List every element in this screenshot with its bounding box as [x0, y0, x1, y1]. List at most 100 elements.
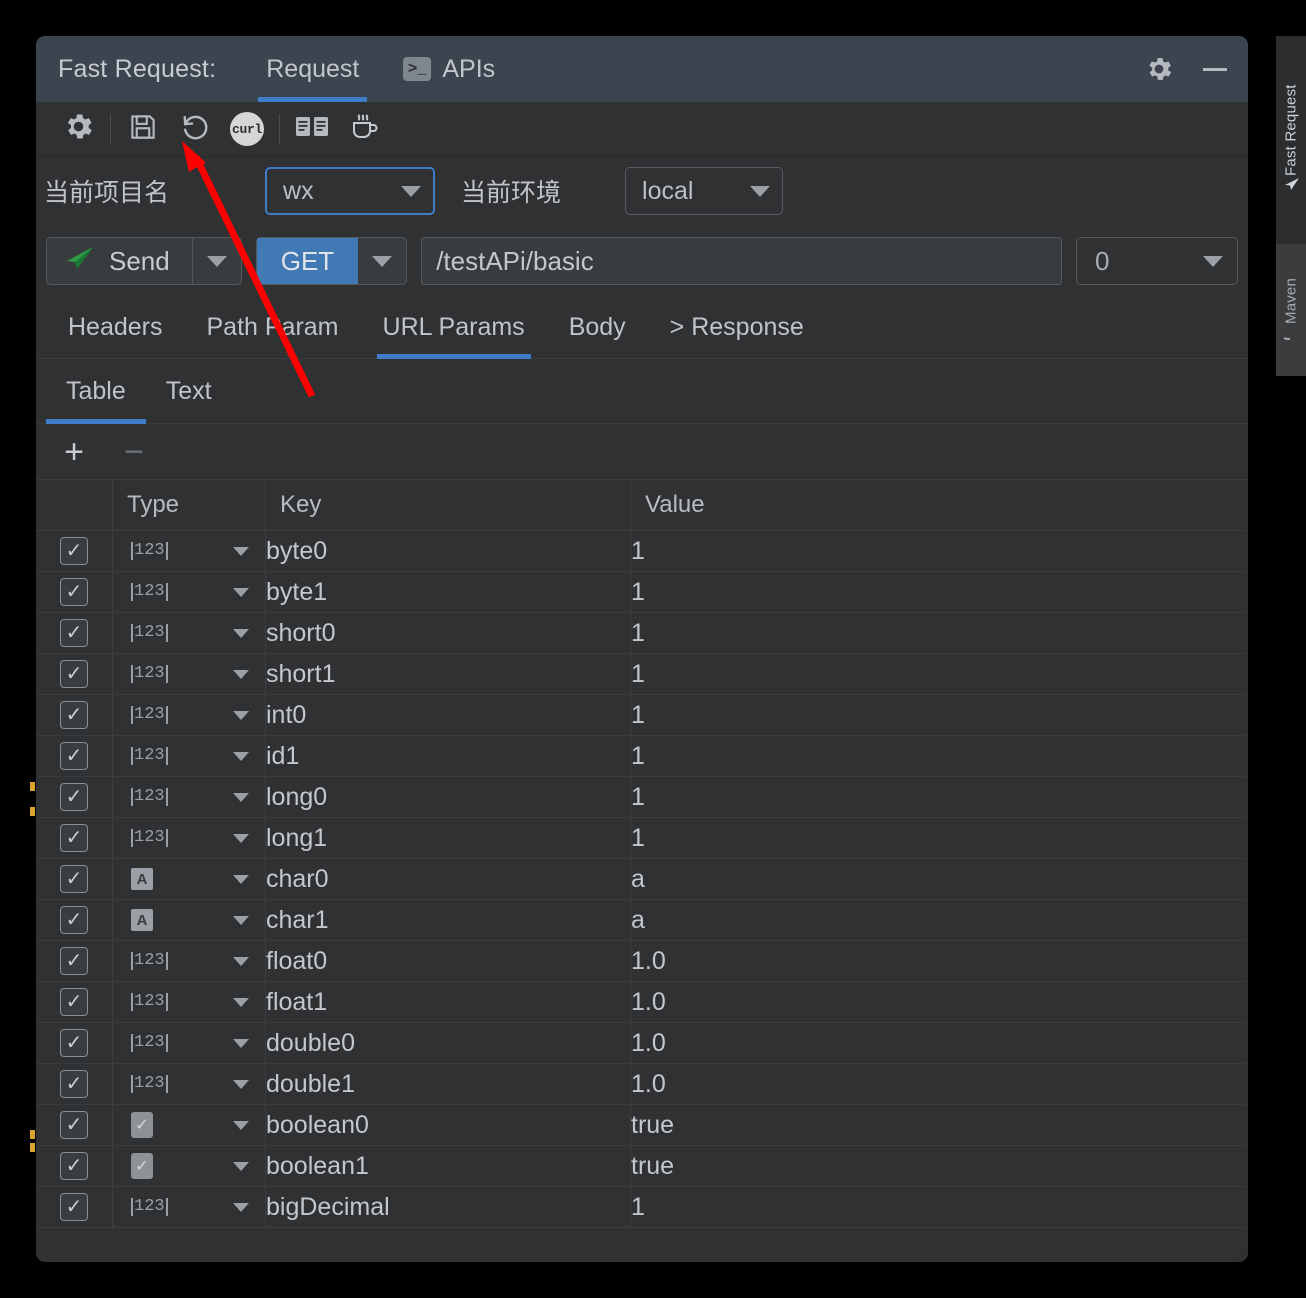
- row-value-cell[interactable]: 1.0: [631, 1064, 1246, 1105]
- row-key-cell[interactable]: int0: [266, 695, 631, 736]
- row-value-cell[interactable]: 1.0: [631, 941, 1246, 982]
- row-type-select[interactable]: 123: [113, 613, 266, 654]
- tab-text-view[interactable]: Text: [146, 359, 232, 424]
- row-enable-checkbox[interactable]: ✓: [36, 1187, 113, 1228]
- row-key-cell[interactable]: char0: [266, 859, 631, 900]
- row-enable-checkbox[interactable]: ✓: [36, 982, 113, 1023]
- row-key-cell[interactable]: short0: [266, 613, 631, 654]
- toolbar-docs-button[interactable]: [286, 107, 338, 152]
- row-enable-checkbox[interactable]: ✓: [36, 1146, 113, 1187]
- row-type-select[interactable]: A: [113, 859, 266, 900]
- column-header-value[interactable]: Value: [631, 480, 1246, 531]
- row-type-select[interactable]: 123: [113, 1023, 266, 1064]
- row-type-select[interactable]: A: [113, 900, 266, 941]
- row-enable-checkbox[interactable]: ✓: [36, 572, 113, 613]
- column-header-check[interactable]: [36, 480, 113, 531]
- toolbar-reset-button[interactable]: [169, 107, 221, 152]
- table-row[interactable]: ✓Achar1a: [36, 900, 1245, 941]
- row-key-cell[interactable]: float1: [266, 982, 631, 1023]
- row-key-cell[interactable]: byte0: [266, 531, 631, 572]
- row-value-cell[interactable]: 1.0: [631, 1023, 1246, 1064]
- row-type-select[interactable]: 123: [113, 695, 266, 736]
- gear-icon[interactable]: [1144, 54, 1174, 84]
- table-row[interactable]: ✓123short01: [36, 613, 1245, 654]
- environment-select[interactable]: local: [625, 167, 783, 215]
- row-enable-checkbox[interactable]: ✓: [36, 736, 113, 777]
- column-header-key[interactable]: Key: [266, 480, 631, 531]
- toolbar-settings-button[interactable]: [52, 107, 104, 152]
- row-type-select[interactable]: ✓: [113, 1146, 266, 1187]
- row-key-cell[interactable]: id1: [266, 736, 631, 777]
- row-type-select[interactable]: 123: [113, 982, 266, 1023]
- row-value-cell[interactable]: true: [631, 1105, 1246, 1146]
- count-select[interactable]: 0: [1076, 237, 1238, 285]
- row-enable-checkbox[interactable]: ✓: [36, 941, 113, 982]
- row-enable-checkbox[interactable]: ✓: [36, 859, 113, 900]
- side-tab-maven[interactable]: m Maven: [1276, 244, 1306, 376]
- row-key-cell[interactable]: long1: [266, 818, 631, 859]
- toolbar-save-button[interactable]: [117, 107, 169, 152]
- table-row[interactable]: ✓123float11.0: [36, 982, 1245, 1023]
- row-value-cell[interactable]: 1: [631, 1187, 1246, 1228]
- row-key-cell[interactable]: byte1: [266, 572, 631, 613]
- table-row[interactable]: ✓✓boolean0true: [36, 1105, 1245, 1146]
- row-type-select[interactable]: ✓: [113, 1105, 266, 1146]
- row-enable-checkbox[interactable]: ✓: [36, 777, 113, 818]
- row-type-select[interactable]: 123: [113, 1187, 266, 1228]
- add-param-button[interactable]: +: [50, 430, 98, 474]
- http-method-dropdown[interactable]: [358, 238, 406, 284]
- url-input[interactable]: /testAPi/basic: [421, 237, 1062, 285]
- toolbar-java-button[interactable]: [338, 107, 390, 152]
- table-row[interactable]: ✓123double01.0: [36, 1023, 1245, 1064]
- column-header-type[interactable]: Type: [113, 480, 266, 531]
- row-value-cell[interactable]: 1: [631, 654, 1246, 695]
- row-type-select[interactable]: 123: [113, 736, 266, 777]
- row-key-cell[interactable]: float0: [266, 941, 631, 982]
- row-key-cell[interactable]: char1: [266, 900, 631, 941]
- row-value-cell[interactable]: 1: [631, 736, 1246, 777]
- tab-path-param[interactable]: Path Param: [185, 297, 361, 359]
- row-enable-checkbox[interactable]: ✓: [36, 1023, 113, 1064]
- table-row[interactable]: ✓123float01.0: [36, 941, 1245, 982]
- row-key-cell[interactable]: double0: [266, 1023, 631, 1064]
- tab-headers[interactable]: Headers: [46, 297, 185, 359]
- table-row[interactable]: ✓123byte01: [36, 531, 1245, 572]
- row-enable-checkbox[interactable]: ✓: [36, 531, 113, 572]
- row-value-cell[interactable]: 1: [631, 777, 1246, 818]
- row-type-select[interactable]: 123: [113, 572, 266, 613]
- send-button[interactable]: Send: [46, 237, 242, 285]
- row-value-cell[interactable]: 1: [631, 695, 1246, 736]
- row-key-cell[interactable]: bigDecimal: [266, 1187, 631, 1228]
- table-row[interactable]: ✓123long01: [36, 777, 1245, 818]
- row-type-select[interactable]: 123: [113, 941, 266, 982]
- row-enable-checkbox[interactable]: ✓: [36, 1064, 113, 1105]
- row-type-select[interactable]: 123: [113, 777, 266, 818]
- tab-request[interactable]: Request: [244, 36, 381, 102]
- row-enable-checkbox[interactable]: ✓: [36, 900, 113, 941]
- table-row[interactable]: ✓123int01: [36, 695, 1245, 736]
- table-row[interactable]: ✓123bigDecimal1: [36, 1187, 1245, 1228]
- table-row[interactable]: ✓✓boolean1true: [36, 1146, 1245, 1187]
- table-row[interactable]: ✓123id11: [36, 736, 1245, 777]
- send-button-main[interactable]: Send: [47, 238, 192, 284]
- row-type-select[interactable]: 123: [113, 531, 266, 572]
- side-tab-fast-request[interactable]: Fast Request: [1276, 36, 1306, 244]
- remove-param-button[interactable]: −: [110, 430, 158, 474]
- row-value-cell[interactable]: 1: [631, 531, 1246, 572]
- toolbar-curl-button[interactable]: curl: [221, 107, 273, 152]
- row-enable-checkbox[interactable]: ✓: [36, 818, 113, 859]
- row-enable-checkbox[interactable]: ✓: [36, 695, 113, 736]
- row-type-select[interactable]: 123: [113, 1064, 266, 1105]
- row-value-cell[interactable]: 1.0: [631, 982, 1246, 1023]
- http-method-select[interactable]: GET: [256, 237, 407, 285]
- row-value-cell[interactable]: 1: [631, 818, 1246, 859]
- tab-apis[interactable]: >_ APIs: [381, 36, 517, 102]
- row-key-cell[interactable]: boolean1: [266, 1146, 631, 1187]
- table-row[interactable]: ✓Achar0a: [36, 859, 1245, 900]
- minimize-icon[interactable]: [1200, 64, 1230, 74]
- send-dropdown-button[interactable]: [192, 238, 241, 284]
- table-row[interactable]: ✓123long11: [36, 818, 1245, 859]
- row-enable-checkbox[interactable]: ✓: [36, 613, 113, 654]
- tab-url-params[interactable]: URL Params: [361, 297, 547, 359]
- row-value-cell[interactable]: a: [631, 900, 1246, 941]
